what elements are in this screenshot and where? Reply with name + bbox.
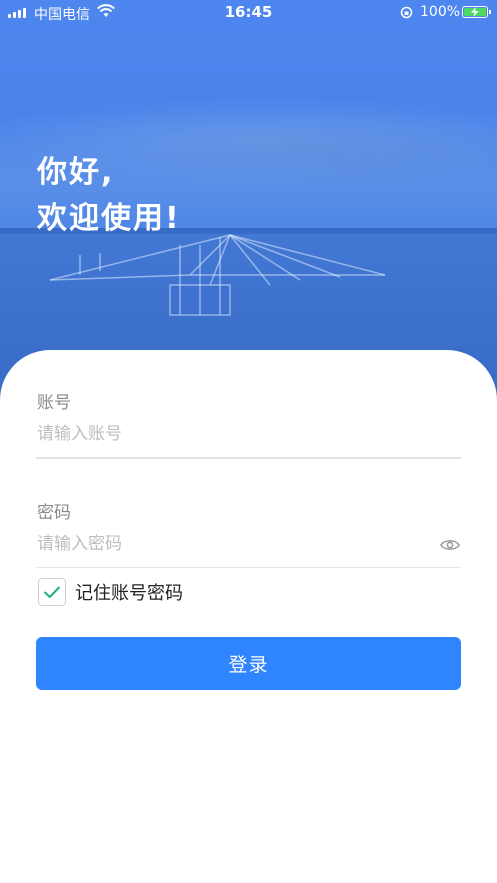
account-label: 账号 xyxy=(37,393,71,413)
charging-bolt-icon xyxy=(471,7,479,17)
status-bar: 中国电信 16:45 100% xyxy=(0,0,497,26)
eye-icon[interactable] xyxy=(440,536,460,554)
account-field[interactable] xyxy=(36,414,462,454)
password-field[interactable] xyxy=(36,524,432,564)
remember-checkbox[interactable] xyxy=(38,578,66,606)
greeting: 你好, 欢迎使用! xyxy=(37,150,181,242)
battery-icon xyxy=(462,6,491,18)
account-input[interactable] xyxy=(36,414,462,454)
remember-label: 记住账号密码 xyxy=(75,583,183,604)
remember-credentials[interactable]: 记住账号密码 xyxy=(38,578,183,606)
password-input[interactable] xyxy=(36,524,432,564)
account-underline xyxy=(36,457,461,459)
password-underline xyxy=(36,567,461,568)
orientation-lock-icon xyxy=(400,6,413,19)
checkmark-icon xyxy=(44,586,60,598)
greeting-line-1: 你好, xyxy=(37,155,115,190)
battery-percentage: 100% xyxy=(420,4,461,20)
password-label: 密码 xyxy=(37,503,71,523)
login-button[interactable]: 登录 xyxy=(36,637,461,690)
greeting-line-2: 欢迎使用! xyxy=(37,201,181,236)
